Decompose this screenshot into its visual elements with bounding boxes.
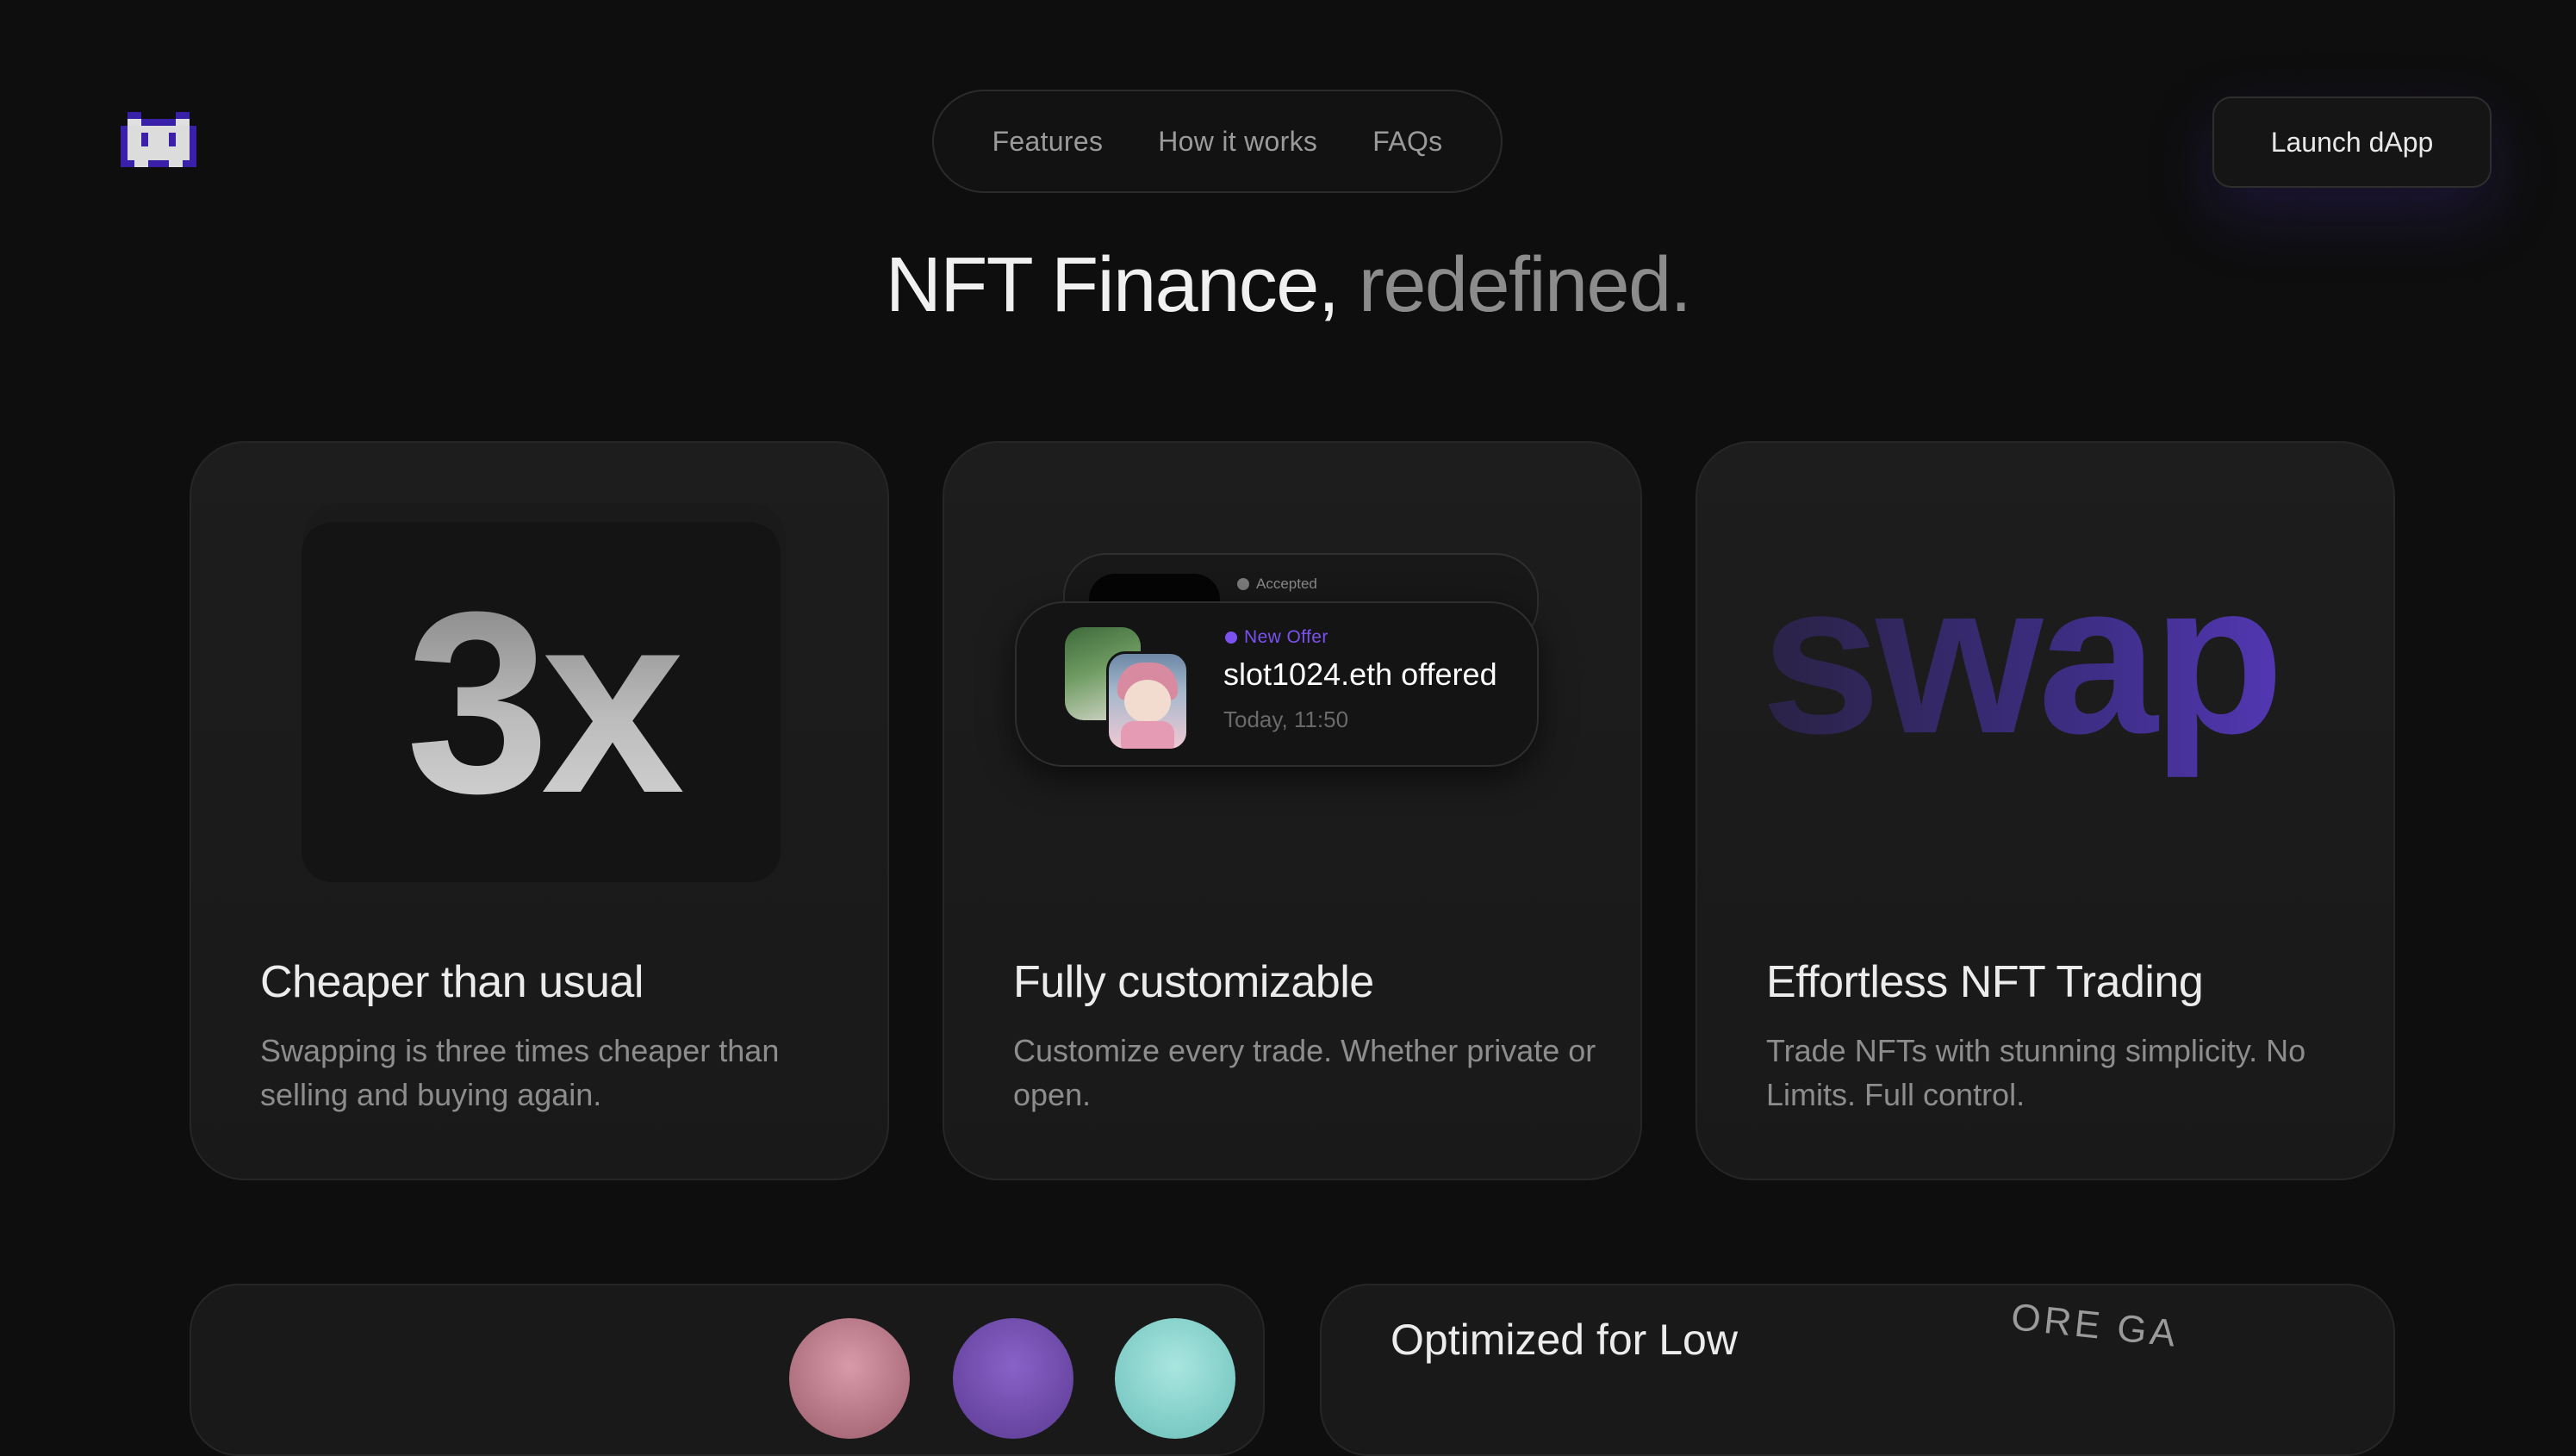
bottom-card-collections <box>190 1284 1265 1456</box>
nav-link-how-it-works[interactable]: How it works <box>1158 126 1317 158</box>
three-x-graphic: 3x <box>302 522 781 882</box>
status-new-offer: New Offer <box>1225 627 1328 648</box>
launch-dapp-button[interactable]: Launch dApp <box>2212 96 2492 188</box>
logo-icon[interactable] <box>121 112 196 174</box>
feature-card-trading: swap Effortless NFT Trading Trade NFTs w… <box>1696 441 2395 1180</box>
card-title: Cheaper than usual <box>260 957 644 1007</box>
hero-title-main: NFT Finance, <box>885 242 1359 328</box>
avatar-face <box>1124 680 1171 723</box>
swap-graphic: swap <box>1761 551 2364 796</box>
offer-text: slot1024.eth offered <box>1223 656 1497 692</box>
nft-thumb-2 <box>953 1318 1073 1439</box>
status-new-offer-label: New Offer <box>1244 627 1328 647</box>
nft-thumb-3 <box>1115 1318 1235 1439</box>
nav-link-faqs[interactable]: FAQs <box>1372 126 1442 158</box>
gas-stamp: ORE GA <box>2009 1295 2181 1356</box>
offer-time: Today, 11:50 <box>1223 706 1349 732</box>
notification-new-offer: New Offer slot1024.eth offered Today, 11… <box>1015 601 1539 767</box>
nav-link-features[interactable]: Features <box>992 126 1104 158</box>
feature-card-cheaper: 3x Cheaper than usual Swapping is three … <box>190 441 889 1180</box>
avatar-body <box>1121 721 1174 749</box>
card-description: Trade NFTs with stunning simplicity. No … <box>1766 1033 2306 1112</box>
status-dot-icon <box>1237 578 1249 590</box>
card-description: Swapping is three times cheaper than sel… <box>260 1033 780 1112</box>
status-dot-icon <box>1225 632 1237 644</box>
card-title: Effortless NFT Trading <box>1766 957 2204 1007</box>
card-title: Fully customizable <box>1013 957 1374 1007</box>
hero-title: NFT Finance, redefined. <box>0 241 2576 330</box>
hero-title-accent: redefined. <box>1358 242 1692 328</box>
main-nav: Features How it works FAQs <box>932 90 1503 193</box>
card-title: Optimized for Low <box>1391 1316 1738 1364</box>
bottom-card-gas: Optimized for Low ORE GA <box>1320 1284 2395 1456</box>
card-description: Customize every trade. Whether private o… <box>1013 1033 1596 1112</box>
nft-avatar-girl <box>1106 651 1189 751</box>
nft-thumb-1 <box>789 1318 910 1439</box>
status-accepted-label: Accepted <box>1256 576 1317 592</box>
status-accepted: Accepted <box>1237 576 1317 593</box>
feature-card-customizable: Accepted New Offer slot1024.eth offered … <box>943 441 1642 1180</box>
